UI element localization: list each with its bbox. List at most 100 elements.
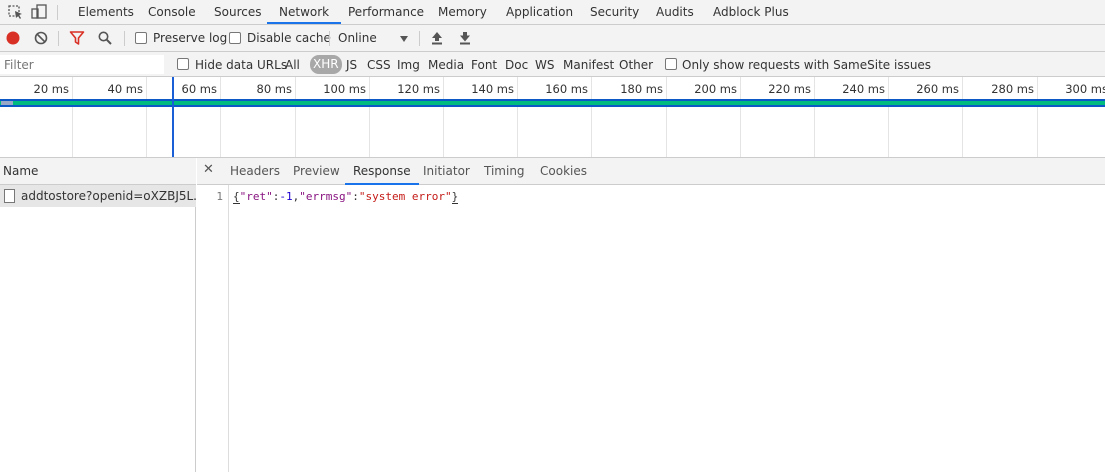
tab-security[interactable]: Security	[590, 0, 639, 24]
timeline-tick-line	[888, 77, 889, 157]
line-number: 1	[216, 190, 223, 203]
timeline-tick-line	[220, 77, 221, 157]
disable-cache-checkbox[interactable]	[229, 32, 241, 44]
response-key: "ret"	[239, 190, 273, 203]
filter-bar: Hide data URLs All XHR JS CSS Img Media …	[0, 52, 1105, 77]
device-toolbar-icon[interactable]	[30, 4, 48, 20]
response-body[interactable]: {"ret":-1,"errmsg":"system error"}	[233, 190, 459, 204]
document-icon	[4, 189, 15, 203]
timeline-tick-label: 220 ms	[768, 82, 811, 96]
timeline-tick-label: 60 ms	[181, 82, 217, 96]
timeline-tick-label: 180 ms	[620, 82, 663, 96]
name-column-header[interactable]: Name	[0, 158, 196, 185]
type-filter-xhr[interactable]: XHR	[310, 55, 342, 74]
close-icon[interactable]: ✕	[203, 162, 214, 177]
timeline-tick-line	[295, 77, 296, 157]
timeline-tick-label: 140 ms	[471, 82, 514, 96]
timeline-tick-line	[962, 77, 963, 157]
timeline-tick-line	[1037, 77, 1038, 157]
timeline-tick-label: 200 ms	[694, 82, 737, 96]
chevron-down-icon	[400, 36, 408, 42]
preserve-log-label: Preserve log	[153, 31, 228, 45]
tab-audits[interactable]: Audits	[656, 0, 694, 24]
toolbar-divider	[124, 31, 125, 46]
timeline-tick-label: 120 ms	[397, 82, 440, 96]
tab-elements[interactable]: Elements	[78, 0, 134, 24]
network-toolbar: Preserve log Disable cache Online	[0, 25, 1105, 52]
toolbar-divider	[419, 31, 420, 46]
search-icon[interactable]	[97, 30, 113, 46]
type-filter-css[interactable]: CSS	[367, 58, 391, 72]
tab-application[interactable]: Application	[506, 0, 573, 24]
timeline-load-bar	[0, 99, 1105, 107]
clear-icon[interactable]	[33, 30, 49, 46]
timeline-tick-label: 100 ms	[323, 82, 366, 96]
request-list: Name addtostore?openid=oXZBJ5L...	[0, 158, 205, 472]
request-details: ✕ Headers Preview Response Initiator Tim…	[197, 158, 1105, 472]
colon: :	[352, 190, 359, 203]
toolbar-divider	[329, 31, 330, 46]
tab-adblock-plus[interactable]: Adblock Plus	[713, 0, 789, 24]
timeline-cursor[interactable]	[172, 77, 174, 157]
response-value: "system error"	[358, 190, 452, 203]
throttling-select[interactable]: Online	[338, 30, 411, 47]
tab-timing[interactable]: Timing	[484, 158, 525, 185]
type-filter-ws[interactable]: WS	[535, 58, 554, 72]
import-har-icon[interactable]	[429, 30, 445, 46]
line-number-gutter: 1	[197, 185, 229, 472]
tab-performance[interactable]: Performance	[348, 0, 424, 24]
timeline-tick-line	[666, 77, 667, 157]
hide-data-urls-checkbox[interactable]	[177, 58, 189, 70]
samesite-checkbox[interactable]	[665, 58, 677, 70]
type-filter-manifest[interactable]: Manifest	[563, 58, 614, 72]
response-value: -1	[279, 190, 293, 203]
tab-sources[interactable]: Sources	[214, 0, 261, 24]
filter-input[interactable]	[0, 55, 164, 74]
response-key: "errmsg"	[299, 190, 353, 203]
timeline-tick-label: 40 ms	[107, 82, 143, 96]
samesite-label: Only show requests with SameSite issues	[682, 58, 932, 72]
table-row[interactable]: addtostore?openid=oXZBJ5L...	[0, 185, 205, 207]
type-filter-doc[interactable]: Doc	[505, 58, 528, 72]
timeline-tick-line	[740, 77, 741, 157]
tab-memory[interactable]: Memory	[438, 0, 487, 24]
inspect-element-icon[interactable]	[7, 4, 25, 20]
timeline-tick-label: 280 ms	[991, 82, 1034, 96]
type-filter-other[interactable]: Other	[619, 58, 653, 72]
type-filter-font[interactable]: Font	[471, 58, 497, 72]
preserve-log-checkbox[interactable]	[135, 32, 147, 44]
type-filter-img[interactable]: Img	[397, 58, 420, 72]
tab-headers[interactable]: Headers	[230, 158, 280, 185]
export-har-icon[interactable]	[457, 30, 473, 46]
type-filter-media[interactable]: Media	[428, 58, 464, 72]
details-tab-bar: ✕ Headers Preview Response Initiator Tim…	[197, 158, 1105, 185]
tab-network[interactable]: Network	[267, 0, 342, 24]
open-brace: {	[233, 190, 240, 204]
timeline-tick-label: 240 ms	[842, 82, 885, 96]
tab-response[interactable]: Response	[345, 158, 419, 185]
tab-preview[interactable]: Preview	[293, 158, 340, 185]
timeline-tick-line	[591, 77, 592, 157]
timeline-tick-label: 160 ms	[545, 82, 588, 96]
type-filter-js[interactable]: JS	[346, 58, 357, 72]
record-icon[interactable]	[5, 30, 21, 46]
tab-cookies[interactable]: Cookies	[540, 158, 587, 185]
toolbar-divider	[58, 31, 59, 46]
timeline-tick-line	[146, 77, 147, 157]
close-brace: }	[451, 190, 459, 204]
type-filter-all[interactable]: All	[285, 58, 300, 72]
throttling-value: Online	[338, 31, 377, 45]
request-name: addtostore?openid=oXZBJ5L...	[21, 189, 205, 203]
timeline-tick-label: 80 ms	[256, 82, 292, 96]
tab-initiator[interactable]: Initiator	[423, 158, 470, 185]
timeline-tick-line	[517, 77, 518, 157]
hide-data-urls-label: Hide data URLs	[195, 58, 288, 72]
timeline-tick-label: 20 ms	[33, 82, 69, 96]
network-overview-timeline[interactable]: 20 ms 40 ms 60 ms 80 ms 100 ms 120 ms 140 ms 16…	[0, 77, 1105, 158]
tab-console[interactable]: Console	[148, 0, 196, 24]
timeline-tick-line	[369, 77, 370, 157]
timeline-tick-label: 260 ms	[916, 82, 959, 96]
filter-icon[interactable]	[69, 30, 85, 46]
timeline-tick-line	[443, 77, 444, 157]
disable-cache-label: Disable cache	[247, 31, 331, 45]
